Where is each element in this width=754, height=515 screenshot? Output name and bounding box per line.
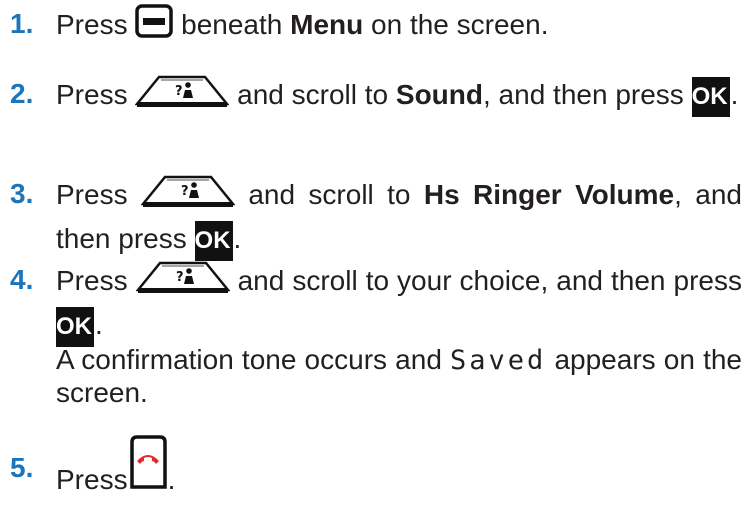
step-number: 2. [10,78,34,109]
period: . [233,223,242,254]
step-text: and scroll to [237,78,389,110]
step-number: 4. [10,264,34,295]
note-text: A confirmation tone occurs and [56,344,442,375]
sound-label: Sound [395,78,483,110]
svg-text:?: ? [175,84,183,99]
step-3: 3. Press ? and scroll to Hs Ringer Volum… [10,174,742,261]
period: . [95,309,103,340]
confirmation-note: A confirmation tone occurs and Saved app… [56,344,742,409]
step-2: 2. Press ? and scroll to Sound, and then… [10,74,742,119]
end-call-icon [128,434,168,501]
menu-label: Menu [290,8,364,40]
menu-softkey-icon [135,4,174,49]
step-text: and scroll to your choice, and then pres… [237,264,742,296]
navigation-key-icon: ? [140,174,236,219]
ok-key-icon: OK [194,220,233,261]
step-text: Press [56,178,128,210]
navigation-key-icon: ? [134,74,230,119]
step-1: 1. Press beneath Menu on the screen. [10,4,742,49]
svg-text:?: ? [176,270,184,285]
ok-key-icon: OK [56,306,94,347]
step-text: Press [56,8,128,40]
step-5: 5. Press . [10,435,742,515]
lcd-saved-text: Saved [450,345,547,376]
svg-text:?: ? [181,184,189,199]
step-text: Press [56,463,128,495]
navigation-key-icon: ? [134,260,231,305]
step-text: Press [56,78,128,110]
step-text: , and then press [482,78,684,110]
step-text: and scroll to [248,178,411,210]
step-number: 1. [10,8,34,39]
period: . [167,463,176,495]
period: . [730,78,739,110]
ok-key-icon: OK [691,76,730,117]
step-number: 3. [10,178,34,209]
step-4: 4. Press ? and scroll to your choice, an… [10,260,742,347]
step-number: 5. [10,452,34,483]
step-text: on the screen. [371,8,549,40]
step-text: Press [56,264,128,296]
step-text: beneath [181,8,283,40]
hs-ringer-volume-label: Hs Ringer Volume [423,178,675,210]
